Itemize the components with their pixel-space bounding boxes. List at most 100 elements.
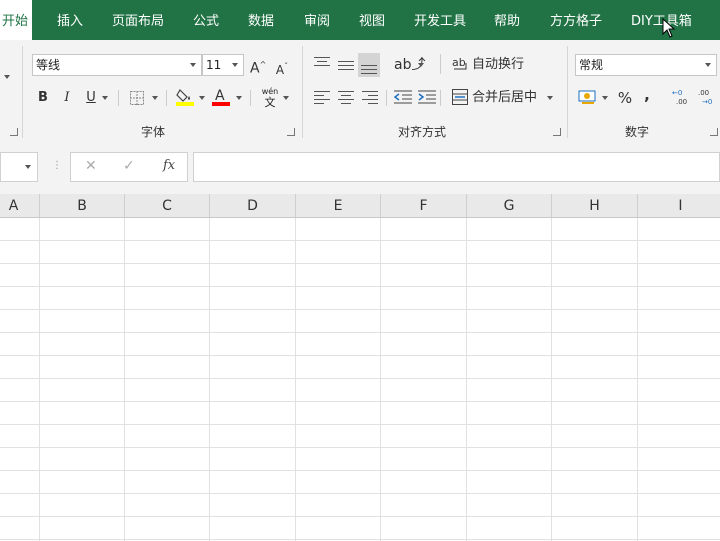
number-format-dropdown[interactable]: 常规	[575, 54, 717, 76]
mouse-cursor-icon	[662, 18, 676, 38]
align-center-icon[interactable]	[338, 88, 354, 110]
formula-bar-splitter-icon[interactable]: ⋮	[52, 160, 62, 171]
clipboard-launcher-icon[interactable]	[10, 128, 18, 136]
divider	[386, 90, 387, 106]
font-size-value: 11	[206, 58, 222, 72]
bold-button[interactable]: B	[36, 87, 50, 109]
font-launcher-icon[interactable]	[287, 128, 295, 136]
svg-text:A: A	[215, 88, 225, 104]
underline-button[interactable]: U	[84, 87, 98, 109]
font-name-dropdown[interactable]: 等线	[32, 54, 202, 76]
alignment-group-label: 对齐方式	[398, 125, 447, 139]
accounting-format-icon[interactable]	[578, 89, 598, 105]
orientation-icon[interactable]: ab⤴	[394, 54, 425, 76]
svg-text:←0: ←0	[672, 89, 682, 97]
wrap-text-button[interactable]: 自动换行	[472, 54, 530, 76]
grid-line	[466, 218, 467, 541]
font-color-icon[interactable]: A	[212, 87, 230, 107]
tab-data[interactable]: 数据	[248, 0, 274, 40]
font-color-dropdown-icon[interactable]	[234, 87, 244, 109]
decrease-decimal-icon[interactable]: .00 →0	[698, 88, 718, 106]
formula-input[interactable]	[193, 152, 720, 182]
ribbon-panel: 等线 11 A^ Aˇ B I U A wén 文 字体 ab⤴ ab 自动换行…	[0, 40, 720, 143]
tab-insert[interactable]: 插入	[57, 0, 83, 40]
number-group-label: 数字	[625, 125, 650, 139]
tab-home[interactable]: 开始	[0, 0, 33, 40]
shrink-font-label: A	[275, 63, 285, 77]
insert-function-button[interactable]: fx	[163, 158, 175, 173]
font-size-dropdown[interactable]: 11	[202, 54, 244, 76]
svg-text:ab: ab	[452, 56, 466, 69]
cell-grid[interactable]	[0, 218, 720, 541]
phonetic-top: wén	[261, 87, 279, 96]
group-divider	[22, 46, 23, 138]
tab-review[interactable]: 审阅	[304, 0, 330, 40]
column-header-f[interactable]: F	[381, 194, 467, 217]
enter-icon[interactable]: ✓	[123, 158, 135, 174]
column-header-d[interactable]: D	[210, 194, 296, 217]
grid-line	[295, 218, 296, 541]
alignment-launcher-icon[interactable]	[553, 128, 561, 136]
divider	[440, 90, 441, 106]
orientation-dropdown-icon[interactable]	[416, 54, 426, 76]
decrease-indent-icon[interactable]	[394, 90, 412, 104]
ribbon-tab-bar: 开始 插入 页面布局 公式 数据 审阅 视图 开发工具 帮助 方方格子 DIY工…	[0, 0, 720, 40]
group-divider	[567, 46, 568, 138]
tab-developer[interactable]: 开发工具	[414, 0, 466, 40]
percent-style-button[interactable]: %	[617, 87, 633, 109]
wrap-text-icon[interactable]: ab	[452, 54, 468, 72]
tab-formulas[interactable]: 公式	[193, 0, 219, 40]
column-header-c[interactable]: C	[125, 194, 210, 217]
align-left-icon[interactable]	[314, 88, 330, 110]
increase-decimal-icon[interactable]: ←0 .00	[672, 88, 692, 106]
number-launcher-icon[interactable]	[710, 128, 718, 136]
underline-dropdown-icon[interactable]	[100, 87, 110, 109]
column-header-g[interactable]: G	[467, 194, 552, 217]
group-divider	[302, 46, 303, 138]
grow-font-button[interactable]: A^	[250, 54, 266, 77]
phonetic-dropdown-icon[interactable]	[281, 87, 291, 109]
column-header-e[interactable]: E	[296, 194, 381, 217]
fill-color-dropdown-icon[interactable]	[197, 87, 207, 109]
divider	[250, 90, 251, 106]
accounting-dropdown-icon[interactable]	[600, 87, 610, 109]
grid-line	[380, 218, 381, 541]
font-group-label: 字体	[141, 125, 166, 139]
merge-center-button[interactable]: 合并后居中	[472, 87, 542, 109]
column-header-b[interactable]: B	[40, 194, 125, 217]
align-right-icon[interactable]	[362, 88, 378, 110]
grow-font-label: A	[250, 60, 260, 77]
name-box[interactable]	[0, 152, 38, 182]
column-header-h[interactable]: H	[552, 194, 638, 217]
border-icon[interactable]	[130, 91, 144, 105]
tab-page-layout[interactable]: 页面布局	[112, 0, 164, 40]
svg-text:→0: →0	[702, 98, 712, 106]
phonetic-bottom: 文	[264, 96, 276, 109]
phonetic-guide-button[interactable]: wén 文	[260, 87, 280, 109]
top-align-icon[interactable]	[314, 54, 330, 76]
tab-fangfang[interactable]: 方方格子	[550, 0, 602, 40]
grid-line	[39, 218, 40, 541]
svg-text:.00: .00	[676, 98, 687, 106]
merge-dropdown-icon[interactable]	[545, 87, 555, 109]
bottom-align-icon[interactable]	[358, 53, 380, 77]
border-dropdown-icon[interactable]	[150, 87, 160, 109]
grid-line	[124, 218, 125, 541]
grid-line	[551, 218, 552, 541]
font-name-value: 等线	[36, 58, 61, 72]
tab-view[interactable]: 视图	[359, 0, 385, 40]
shrink-font-button[interactable]: Aˇ	[274, 56, 290, 78]
middle-align-icon[interactable]	[338, 58, 354, 80]
cancel-icon[interactable]: ✕	[85, 158, 97, 174]
column-header-a[interactable]: A	[0, 194, 40, 217]
column-header-i[interactable]: I	[638, 194, 720, 217]
comma-style-button[interactable]: ,	[642, 84, 652, 106]
formula-bar: ⋮ ✕ ✓ fx	[0, 142, 720, 194]
tab-help[interactable]: 帮助	[494, 0, 520, 40]
italic-button[interactable]: I	[60, 87, 74, 109]
number-format-value: 常规	[579, 58, 604, 72]
fill-color-icon[interactable]	[176, 87, 194, 107]
merge-center-icon[interactable]	[452, 89, 468, 105]
clipboard-dropdown-icon[interactable]	[2, 66, 12, 88]
increase-indent-icon[interactable]	[418, 90, 436, 104]
